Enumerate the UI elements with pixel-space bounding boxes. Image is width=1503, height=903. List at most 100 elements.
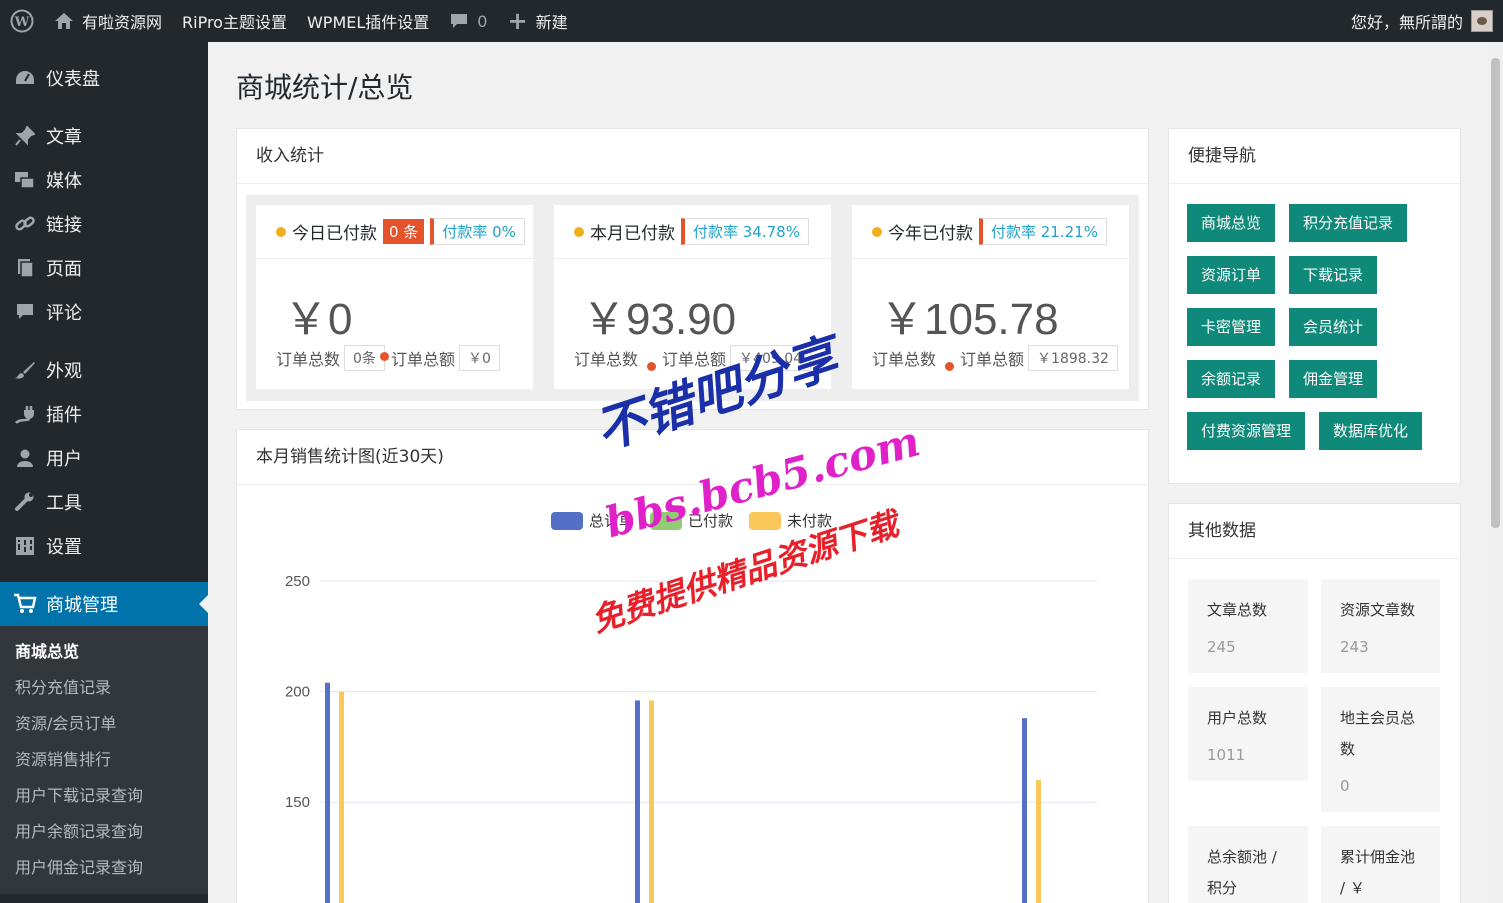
submenu-item-shop-overview[interactable]: 商城总览 xyxy=(0,634,208,670)
sidebar-item-label: 设置 xyxy=(46,537,82,558)
theme-settings-link[interactable]: RiPro主题设置 xyxy=(172,0,297,42)
sidebar-item-posts[interactable]: 文章 xyxy=(0,114,208,158)
tile-label: 用户总数 xyxy=(1207,709,1268,727)
link-chain-icon xyxy=(12,212,38,236)
data-tile: 地主会员总数 0 xyxy=(1321,687,1440,812)
wordpress-logo-icon[interactable]: W xyxy=(0,0,44,42)
shop-submenu: 商城总览 积分充值记录 资源/会员订单 资源销售排行 用户下载记录查询 用户余额… xyxy=(0,626,208,894)
orange-dot-icon xyxy=(647,362,657,371)
other-data-title: 其他数据 xyxy=(1169,504,1460,559)
plug-icon xyxy=(12,402,38,426)
admin-sidebar: 仪表盘 文章 媒体 链接 页面 评论 外观 插件 用户 工具 设置 商城管理 商… xyxy=(0,42,208,903)
quick-nav-title: 便捷导航 xyxy=(1169,129,1460,184)
tile-label: 总余额池 / 积分 xyxy=(1207,848,1277,897)
submenu-item-orders[interactable]: 资源/会员订单 xyxy=(0,706,208,742)
sidebar-item-label: 文章 xyxy=(46,127,82,148)
submenu-item-download-records[interactable]: 用户下载记录查询 xyxy=(0,778,208,814)
sidebar-item-label: 仪表盘 xyxy=(46,69,100,90)
sidebar-item-label: 页面 xyxy=(46,259,82,280)
stat-label: 本月已付款 xyxy=(590,224,675,244)
sidebar-item-media[interactable]: 媒体 xyxy=(0,158,208,202)
quick-nav-button[interactable]: 下载记录 xyxy=(1289,256,1378,294)
orders-total-label: 订单总额 xyxy=(390,350,455,369)
site-name: 有啦资源网 xyxy=(82,13,163,32)
y-tick-label: 250 xyxy=(285,573,310,590)
paid-amount: ￥105.78 xyxy=(880,295,1059,344)
comment-bubble-icon xyxy=(451,14,468,28)
legend-swatch xyxy=(749,512,781,530)
orange-dot-icon xyxy=(379,352,389,361)
quick-nav-button[interactable]: 资源订单 xyxy=(1187,256,1276,294)
data-tile: 用户总数 1011 xyxy=(1188,687,1308,781)
orders-count-text: 0条 xyxy=(353,351,376,367)
data-tile: 资源文章数 243 xyxy=(1321,579,1440,673)
stat-label: 今年已付款 xyxy=(888,224,973,244)
sidebar-item-links[interactable]: 链接 xyxy=(0,202,208,246)
new-label: 新建 xyxy=(535,13,568,32)
quick-nav-button[interactable]: 佣金管理 xyxy=(1289,360,1378,398)
admin-bar: W 有啦资源网 RiPro主题设置 WPMEL插件设置 0 + 新建 您好，無所… xyxy=(0,0,1503,42)
submenu-item-sales-ranking[interactable]: 资源销售排行 xyxy=(0,742,208,778)
tile-value: 245 xyxy=(1207,638,1236,656)
orders-count-value xyxy=(940,356,955,371)
sales-chart-area: 总订单 已付款 未付款 250 200 150 xyxy=(237,486,1148,903)
chart-bar xyxy=(649,700,654,903)
new-content-link[interactable]: + 新建 xyxy=(497,0,577,42)
pushpin-icon xyxy=(12,124,38,148)
sidebar-item-users[interactable]: 用户 xyxy=(0,436,208,480)
comments-count: 0 xyxy=(477,11,488,31)
sidebar-item-settings[interactable]: 设置 xyxy=(0,524,208,568)
sidebar-item-shop-management[interactable]: 商城管理 xyxy=(0,582,208,626)
orders-count-label: 订单总数 xyxy=(276,350,341,369)
data-tile: 累计佣金池 / ￥ xyxy=(1321,826,1440,903)
settings-sliders-icon xyxy=(12,534,38,558)
svg-text:W: W xyxy=(14,15,30,30)
submenu-item-balance-records[interactable]: 用户余额记录查询 xyxy=(0,814,208,850)
data-tile: 文章总数 245 xyxy=(1188,579,1308,673)
sales-bar-chart: 总订单 已付款 未付款250200150 xyxy=(285,512,1097,903)
sidebar-item-tools[interactable]: 工具 xyxy=(0,480,208,524)
media-icon xyxy=(12,168,38,192)
quick-nav-buttons: 商城总览 积分充值记录 资源订单 下载记录 卡密管理 会员统计 余额记录 佣金管… xyxy=(1169,184,1460,470)
avatar xyxy=(1471,10,1493,32)
user-account-menu[interactable]: 您好，無所謂的 xyxy=(1341,0,1503,42)
scrollbar-thumb[interactable] xyxy=(1491,58,1500,528)
quick-nav-button[interactable]: 商城总览 xyxy=(1187,204,1276,242)
quick-nav-button[interactable]: 积分充值记录 xyxy=(1289,204,1408,242)
quick-nav-button[interactable]: 卡密管理 xyxy=(1187,308,1276,346)
sidebar-item-appearance[interactable]: 外观 xyxy=(0,348,208,392)
legend-swatch xyxy=(551,512,583,530)
payment-rate-badge: 付款率 0% xyxy=(430,218,525,245)
paid-amount: ￥0 xyxy=(284,295,353,344)
chart-bar xyxy=(635,700,640,903)
plugin-settings-link[interactable]: WPMEL插件设置 xyxy=(297,0,439,42)
paid-count-badge: 0 条 xyxy=(383,219,425,244)
sidebar-item-label: 用户 xyxy=(46,449,82,470)
quick-nav-button[interactable]: 数据库优化 xyxy=(1319,412,1423,450)
payment-rate-badge: 付款率 34.78% xyxy=(681,218,809,245)
sidebar-item-label: 外观 xyxy=(46,361,82,382)
tile-value: 0 xyxy=(1340,777,1350,795)
sidebar-item-pages[interactable]: 页面 xyxy=(0,246,208,290)
tile-value: 243 xyxy=(1340,638,1369,656)
comment-bubble-icon xyxy=(12,300,38,324)
chart-bar xyxy=(1022,718,1027,903)
quick-nav-button[interactable]: 会员统计 xyxy=(1289,308,1378,346)
status-dot-icon xyxy=(574,226,584,237)
y-tick-label: 200 xyxy=(285,684,310,701)
submenu-item-commission-records[interactable]: 用户佣金记录查询 xyxy=(0,850,208,886)
income-stats-title: 收入统计 xyxy=(237,129,1148,184)
comments-link[interactable]: 0 xyxy=(439,0,497,42)
page-scrollbar[interactable] xyxy=(1488,42,1503,903)
tile-label: 文章总数 xyxy=(1207,601,1268,619)
sidebar-item-plugins[interactable]: 插件 xyxy=(0,392,208,436)
submenu-item-points-recharge[interactable]: 积分充值记录 xyxy=(0,670,208,706)
user-icon xyxy=(12,446,38,470)
sidebar-item-comments[interactable]: 评论 xyxy=(0,290,208,334)
stat-card-today: 今日已付款 0 条 付款率 0% ￥0 订单总数 0条 订单总额 ￥0 xyxy=(256,205,533,389)
quick-nav-button[interactable]: 余额记录 xyxy=(1187,360,1276,398)
sidebar-item-dashboard[interactable]: 仪表盘 xyxy=(0,56,208,100)
quick-nav-button[interactable]: 付费资源管理 xyxy=(1187,412,1306,450)
site-name-link[interactable]: 有啦资源网 xyxy=(44,0,172,42)
page-title: 商城统计/总览 xyxy=(236,71,414,104)
